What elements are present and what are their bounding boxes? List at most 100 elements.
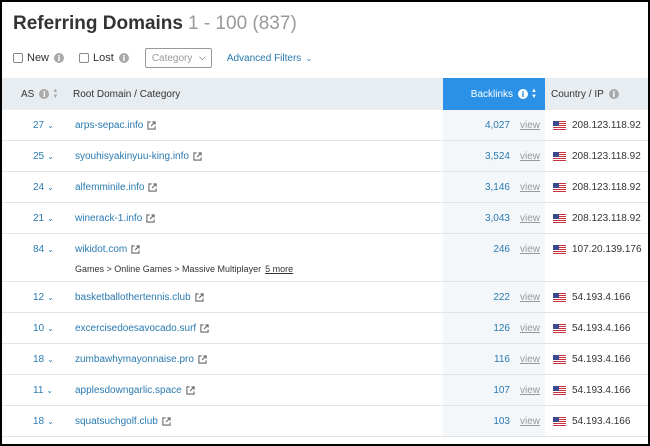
as-score-toggle[interactable]: 10 ⌄ bbox=[33, 323, 54, 334]
domain-link[interactable]: wikidot.com bbox=[75, 244, 127, 255]
column-backlinks[interactable]: Backlinks i ▲ ▼ bbox=[443, 78, 545, 110]
filter-bar: New i Lost i Category ⌵ Advanced Filters… bbox=[13, 48, 312, 68]
new-filter[interactable]: New i bbox=[13, 52, 65, 64]
table-row: 24 ⌄ alfemminile.info 3,146 view 208.123.118.… bbox=[2, 172, 648, 203]
info-icon[interactable]: i bbox=[518, 89, 529, 99]
backlinks-count[interactable]: 246 bbox=[443, 244, 510, 255]
view-link[interactable]: view bbox=[520, 292, 540, 303]
backlinks-count[interactable]: 103 bbox=[443, 416, 510, 427]
category-placeholder: Category bbox=[151, 52, 193, 64]
us-flag-icon bbox=[553, 183, 566, 192]
country-ip-cell: 54.193.4.166 bbox=[553, 354, 630, 365]
external-link-icon[interactable] bbox=[195, 293, 204, 302]
info-icon[interactable]: i bbox=[39, 89, 50, 99]
domain-link[interactable]: squatsuchgolf.club bbox=[75, 416, 158, 427]
country-ip-cell: 54.193.4.166 bbox=[553, 385, 630, 396]
chevron-down-icon: ⌄ bbox=[47, 245, 54, 254]
backlinks-count[interactable]: 116 bbox=[443, 354, 510, 365]
category-select[interactable]: Category ⌵ bbox=[144, 48, 212, 68]
chevron-down-icon: ⌵ bbox=[198, 52, 206, 62]
us-flag-icon bbox=[553, 293, 566, 302]
as-score-toggle[interactable]: 24 ⌄ bbox=[33, 182, 54, 193]
external-link-icon[interactable] bbox=[147, 121, 157, 130]
more-categories-link[interactable]: 5 more bbox=[265, 264, 293, 274]
sort-icon[interactable]: ▲ ▼ bbox=[52, 88, 58, 100]
chevron-down-icon: ⌄ bbox=[47, 355, 54, 364]
external-link-icon[interactable] bbox=[200, 324, 209, 333]
backlinks-count[interactable]: 3,524 bbox=[443, 151, 510, 162]
country-ip-cell: 208.123.118.92 bbox=[553, 213, 641, 224]
view-link[interactable]: view bbox=[520, 323, 540, 334]
backlinks-count[interactable]: 3,043 bbox=[443, 213, 510, 224]
result-range: 1 - 100 (837) bbox=[187, 13, 297, 34]
view-link[interactable]: view bbox=[520, 120, 540, 131]
column-as[interactable]: AS i ▲ ▼ bbox=[21, 78, 58, 110]
as-score-toggle[interactable]: 27 ⌄ bbox=[33, 120, 54, 131]
external-link-icon[interactable] bbox=[146, 214, 155, 223]
external-link-icon[interactable] bbox=[162, 417, 171, 426]
column-backlinks-label: Backlinks bbox=[470, 88, 514, 100]
backlinks-count[interactable]: 126 bbox=[443, 323, 510, 334]
country-ip-cell: 54.193.4.166 bbox=[553, 323, 630, 334]
title-text: Referring Domains bbox=[13, 13, 183, 34]
country-ip-cell: 208.123.118.92 bbox=[553, 120, 641, 131]
view-link[interactable]: view bbox=[520, 151, 540, 162]
us-flag-icon bbox=[553, 214, 566, 223]
view-link[interactable]: view bbox=[520, 213, 540, 224]
as-score-toggle[interactable]: 11 ⌄ bbox=[33, 385, 53, 396]
backlinks-count[interactable]: 3,146 bbox=[443, 182, 510, 193]
view-link[interactable]: view bbox=[520, 182, 540, 193]
us-flag-icon bbox=[553, 245, 566, 254]
external-link-icon[interactable] bbox=[198, 355, 207, 364]
view-link[interactable]: view bbox=[520, 385, 540, 396]
lost-checkbox[interactable] bbox=[79, 53, 90, 63]
info-icon[interactable]: i bbox=[608, 89, 619, 99]
domain-cell: wikidot.com bbox=[75, 244, 140, 255]
domain-link[interactable]: basketballothertennis.club bbox=[75, 292, 191, 303]
domain-cell: applesdowngarlic.space bbox=[75, 385, 195, 396]
view-link[interactable]: view bbox=[520, 416, 540, 427]
external-link-icon[interactable] bbox=[131, 245, 140, 254]
domain-link[interactable]: excercisedoesavocado.surf bbox=[75, 323, 196, 334]
ip-address: 208.123.118.92 bbox=[572, 151, 641, 162]
external-link-icon[interactable] bbox=[186, 386, 195, 395]
as-score-toggle[interactable]: 18 ⌄ bbox=[33, 416, 54, 427]
new-checkbox[interactable] bbox=[13, 53, 23, 63]
sort-icon[interactable]: ▲ ▼ bbox=[531, 88, 537, 100]
chevron-down-icon: ⌄ bbox=[46, 386, 54, 395]
table-header: AS i ▲ ▼ Root Domain / Category Backlinks… bbox=[2, 78, 648, 110]
country-ip-cell: 208.123.118.92 bbox=[553, 182, 641, 193]
country-ip-cell: 208.123.118.92 bbox=[553, 151, 641, 162]
lost-filter[interactable]: Lost i bbox=[79, 52, 129, 64]
domain-link[interactable]: alfemminile.info bbox=[75, 182, 144, 193]
as-score-toggle[interactable]: 84 ⌄ bbox=[33, 244, 54, 255]
as-score-toggle[interactable]: 25 ⌄ bbox=[33, 151, 54, 162]
domain-link[interactable]: applesdowngarlic.space bbox=[75, 385, 182, 396]
ip-address: 107.20.139.176 bbox=[572, 244, 642, 255]
info-icon[interactable]: i bbox=[54, 53, 65, 63]
category-path: Games > Online Games > Massive Multiplay… bbox=[75, 264, 293, 274]
advanced-filters-link[interactable]: Advanced Filters ⌄ bbox=[227, 53, 312, 64]
us-flag-icon bbox=[553, 152, 566, 161]
backlinks-count[interactable]: 222 bbox=[443, 292, 510, 303]
view-link[interactable]: view bbox=[520, 244, 540, 255]
ip-address: 54.193.4.166 bbox=[572, 323, 631, 334]
backlinks-count[interactable]: 107 bbox=[443, 385, 510, 396]
as-score-toggle[interactable]: 12 ⌄ bbox=[33, 292, 54, 303]
column-country-ip: Country / IP i bbox=[551, 78, 619, 110]
external-link-icon[interactable] bbox=[193, 152, 202, 161]
as-score: 24 bbox=[33, 182, 45, 193]
domain-link[interactable]: syouhisyakinyuu-king.info bbox=[75, 151, 189, 162]
external-link-icon[interactable] bbox=[148, 183, 158, 192]
ip-address: 54.193.4.166 bbox=[572, 385, 631, 396]
domain-link[interactable]: zumbawhymayonnaise.pro bbox=[75, 354, 194, 365]
view-link[interactable]: view bbox=[520, 354, 540, 365]
domain-link[interactable]: arps-sepac.info bbox=[75, 120, 143, 131]
domain-link[interactable]: winerack-1.info bbox=[75, 213, 142, 224]
backlinks-count[interactable]: 4,027 bbox=[443, 120, 510, 131]
info-icon[interactable]: i bbox=[118, 53, 129, 63]
as-score-toggle[interactable]: 21 ⌄ bbox=[33, 213, 54, 224]
ip-address: 208.123.118.92 bbox=[572, 120, 641, 131]
table-row: 25 ⌄ syouhisyakinyuu-king.info 3,524 view 208… bbox=[2, 141, 648, 172]
as-score-toggle[interactable]: 18 ⌄ bbox=[33, 354, 54, 365]
